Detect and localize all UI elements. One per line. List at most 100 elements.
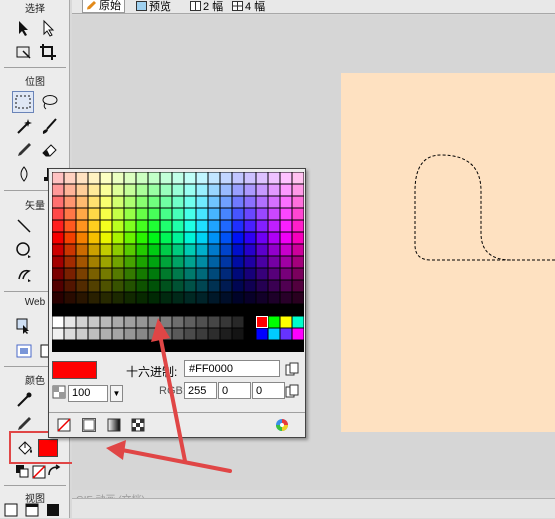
color-swatch[interactable] bbox=[52, 256, 64, 268]
primary-swatch[interactable] bbox=[256, 316, 268, 328]
color-swatch[interactable] bbox=[280, 280, 292, 292]
color-swatch[interactable] bbox=[76, 280, 88, 292]
gray-swatch[interactable] bbox=[184, 316, 196, 328]
color-swatch[interactable] bbox=[160, 184, 172, 196]
color-swatch[interactable] bbox=[136, 172, 148, 184]
gray-swatch[interactable] bbox=[112, 328, 124, 340]
color-swatch[interactable] bbox=[268, 196, 280, 208]
color-swatch[interactable] bbox=[256, 268, 268, 280]
swap-colors-button[interactable] bbox=[44, 461, 66, 483]
color-swatch[interactable] bbox=[124, 292, 136, 304]
color-swatch[interactable] bbox=[148, 172, 160, 184]
color-swatch[interactable] bbox=[292, 292, 304, 304]
color-swatch[interactable] bbox=[280, 220, 292, 232]
color-swatch[interactable] bbox=[160, 256, 172, 268]
color-swatch[interactable] bbox=[100, 292, 112, 304]
primary-swatch[interactable] bbox=[256, 328, 268, 340]
primary-swatch[interactable] bbox=[280, 316, 292, 328]
color-swatch[interactable] bbox=[100, 220, 112, 232]
color-swatch[interactable] bbox=[172, 256, 184, 268]
color-swatch[interactable] bbox=[196, 220, 208, 232]
magic-wand-tool[interactable] bbox=[13, 115, 35, 137]
color-swatch[interactable] bbox=[88, 256, 100, 268]
color-swatch[interactable] bbox=[208, 196, 220, 208]
color-swatch[interactable] bbox=[124, 184, 136, 196]
color-swatch[interactable] bbox=[52, 184, 64, 196]
color-swatch[interactable] bbox=[64, 184, 76, 196]
color-swatch[interactable] bbox=[208, 184, 220, 196]
color-swatch[interactable] bbox=[172, 196, 184, 208]
color-swatch[interactable] bbox=[100, 268, 112, 280]
color-swatch[interactable] bbox=[76, 268, 88, 280]
color-swatch[interactable] bbox=[208, 208, 220, 220]
color-swatch[interactable] bbox=[52, 292, 64, 304]
color-swatch[interactable] bbox=[280, 184, 292, 196]
color-swatch[interactable] bbox=[172, 244, 184, 256]
color-swatch[interactable] bbox=[292, 268, 304, 280]
color-swatch[interactable] bbox=[232, 280, 244, 292]
color-swatch[interactable] bbox=[136, 256, 148, 268]
color-swatch[interactable] bbox=[220, 280, 232, 292]
color-swatch[interactable] bbox=[172, 172, 184, 184]
eyedropper-tool[interactable] bbox=[13, 389, 35, 411]
color-swatch[interactable] bbox=[232, 220, 244, 232]
color-swatch[interactable] bbox=[292, 208, 304, 220]
color-swatch[interactable] bbox=[64, 196, 76, 208]
color-swatch[interactable] bbox=[100, 208, 112, 220]
color-swatch[interactable] bbox=[88, 172, 100, 184]
color-swatch[interactable] bbox=[64, 172, 76, 184]
color-swatch[interactable] bbox=[112, 220, 124, 232]
color-swatch[interactable] bbox=[220, 256, 232, 268]
color-swatch[interactable] bbox=[136, 232, 148, 244]
color-swatch[interactable] bbox=[52, 172, 64, 184]
color-swatch[interactable] bbox=[112, 256, 124, 268]
color-swatch[interactable] bbox=[256, 256, 268, 268]
color-swatch[interactable] bbox=[220, 184, 232, 196]
color-swatch[interactable] bbox=[244, 196, 256, 208]
color-swatch[interactable] bbox=[172, 292, 184, 304]
color-swatch[interactable] bbox=[124, 172, 136, 184]
color-swatch[interactable] bbox=[76, 256, 88, 268]
gray-swatch[interactable] bbox=[208, 316, 220, 328]
color-swatch[interactable] bbox=[244, 256, 256, 268]
color-swatch[interactable] bbox=[244, 244, 256, 256]
ellipse-tool[interactable] bbox=[13, 239, 35, 261]
color-swatch[interactable] bbox=[268, 280, 280, 292]
color-swatch[interactable] bbox=[136, 268, 148, 280]
color-swatch[interactable] bbox=[124, 280, 136, 292]
gray-swatch[interactable] bbox=[196, 316, 208, 328]
color-swatch[interactable] bbox=[232, 196, 244, 208]
color-swatch[interactable] bbox=[196, 292, 208, 304]
color-swatch[interactable] bbox=[196, 184, 208, 196]
blur-tool[interactable] bbox=[13, 163, 35, 185]
color-swatch[interactable] bbox=[136, 208, 148, 220]
color-swatch[interactable] bbox=[124, 256, 136, 268]
color-swatch[interactable] bbox=[124, 208, 136, 220]
color-swatch[interactable] bbox=[268, 292, 280, 304]
gray-swatch[interactable] bbox=[100, 328, 112, 340]
color-swatch[interactable] bbox=[88, 208, 100, 220]
color-swatch[interactable] bbox=[52, 196, 64, 208]
color-swatch[interactable] bbox=[208, 292, 220, 304]
scale-tool[interactable] bbox=[13, 41, 35, 63]
color-swatch[interactable] bbox=[112, 208, 124, 220]
color-swatch[interactable] bbox=[160, 196, 172, 208]
color-swatch[interactable] bbox=[196, 256, 208, 268]
color-swatch[interactable] bbox=[220, 220, 232, 232]
color-swatch[interactable] bbox=[244, 208, 256, 220]
color-swatch[interactable] bbox=[232, 184, 244, 196]
color-swatch[interactable] bbox=[112, 268, 124, 280]
color-swatch[interactable] bbox=[292, 232, 304, 244]
color-swatch[interactable] bbox=[64, 292, 76, 304]
color-swatch[interactable] bbox=[292, 220, 304, 232]
color-swatch[interactable] bbox=[244, 172, 256, 184]
color-swatch[interactable] bbox=[184, 280, 196, 292]
primary-swatch[interactable] bbox=[280, 328, 292, 340]
gray-swatch[interactable] bbox=[208, 328, 220, 340]
color-swatch[interactable] bbox=[88, 184, 100, 196]
primary-swatch[interactable] bbox=[268, 316, 280, 328]
color-swatch[interactable] bbox=[244, 220, 256, 232]
color-swatch[interactable] bbox=[268, 172, 280, 184]
gray-swatch[interactable] bbox=[64, 328, 76, 340]
color-swatch[interactable] bbox=[100, 172, 112, 184]
